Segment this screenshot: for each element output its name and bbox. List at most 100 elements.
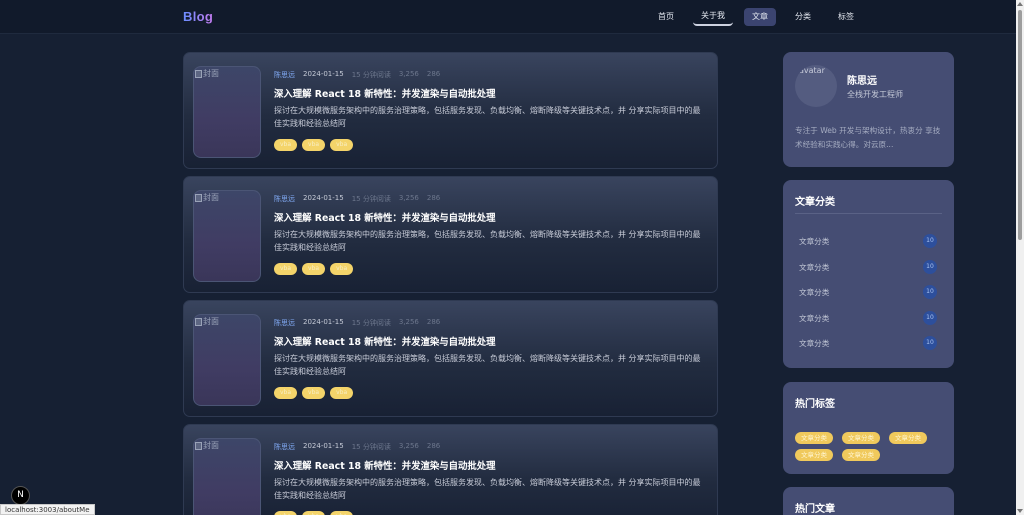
article-tag[interactable]: vba [330, 263, 354, 275]
article-card[interactable]: 封面 陈思远 2024-01-15 15 分钟阅读 3,256 286 深入理解… [183, 176, 718, 293]
article-views: 3,256 [398, 318, 419, 326]
article-tag[interactable]: vba [274, 387, 298, 399]
article-date: 2024-01-15 [303, 70, 344, 78]
article-likes: 286 [426, 70, 441, 78]
article-read-time: 15 分钟阅读 [351, 319, 391, 327]
top-navbar: Blog 首页 关于我 文章 分类 标签 [0, 0, 1016, 34]
category-item[interactable]: 文章分类 10 [799, 260, 937, 274]
category-count-badge: 10 [923, 260, 937, 274]
article-excerpt: 探讨在大规模微服务架构中的服务治理策略，包括服务发现、负载均衡、熔断降级等关键技… [274, 478, 701, 500]
nav-tags[interactable]: 标签 [830, 8, 862, 26]
hot-tag[interactable]: 文章分类 [795, 432, 833, 444]
article-meta: 陈思远 2024-01-15 15 分钟阅读 3,256 286 [274, 442, 448, 452]
article-tag[interactable]: vba [274, 511, 298, 515]
article-tag[interactable]: vba [274, 263, 298, 275]
cover-alt-text: 封面 [203, 193, 219, 202]
profile-card: avatar 陈思远 全栈开发工程师 专注于 Web 开发与架构设计，热衷分 享… [783, 52, 954, 167]
category-item[interactable]: 文章分类 10 [799, 285, 937, 299]
article-card[interactable]: 封面 陈思远 2024-01-15 15 分钟阅读 3,256 286 深入理解… [183, 424, 718, 515]
article-title[interactable]: 深入理解 React 18 新特性：并发渲染与自动批处理 [274, 458, 496, 472]
cover-alt-text: 封面 [203, 69, 219, 78]
article-tag[interactable]: vba [330, 387, 354, 399]
profile-bio: 专注于 Web 开发与架构设计，热衷分 享技术经验和实践心得。对云原... [795, 126, 941, 149]
hot-tag[interactable]: 文章分类 [889, 432, 927, 444]
nextjs-devtools-icon[interactable]: N [11, 486, 30, 505]
broken-image-icon [195, 441, 202, 450]
article-tag[interactable]: vba [302, 139, 326, 151]
category-label: 文章分类 [799, 236, 830, 246]
article-tags: vba vba vba [274, 387, 358, 399]
article-author[interactable]: 陈思远 [274, 70, 295, 80]
article-likes: 286 [426, 194, 441, 202]
scroll-up-icon[interactable] [1017, 2, 1023, 6]
profile-name: 陈思远 [847, 76, 877, 87]
category-count-badge: 10 [923, 311, 937, 325]
article-tag[interactable]: vba [330, 139, 354, 151]
article-meta: 陈思远 2024-01-15 15 分钟阅读 3,256 286 [274, 194, 448, 204]
broken-image-icon [195, 193, 202, 202]
article-meta: 陈思远 2024-01-15 15 分钟阅读 3,256 286 [274, 70, 448, 80]
article-meta: 陈思远 2024-01-15 15 分钟阅读 3,256 286 [274, 318, 448, 328]
article-excerpt: 探讨在大规模微服务架构中的服务治理策略，包括服务发现、负载均衡、熔断降级等关键技… [274, 106, 701, 128]
avatar[interactable]: avatar [795, 65, 837, 107]
nav-categories[interactable]: 分类 [787, 8, 819, 26]
category-count-badge: 10 [923, 336, 937, 350]
nav-home[interactable]: 首页 [650, 8, 682, 26]
category-item[interactable]: 文章分类 10 [799, 311, 937, 325]
broken-image-icon [195, 69, 202, 78]
category-label: 文章分类 [799, 287, 830, 297]
article-tag[interactable]: vba [302, 263, 326, 275]
article-read-time: 15 分钟阅读 [351, 195, 391, 203]
article-title[interactable]: 深入理解 React 18 新特性：并发渲染与自动批处理 [274, 86, 496, 100]
article-views: 3,256 [398, 442, 419, 450]
article-author[interactable]: 陈思远 [274, 194, 295, 204]
article-author[interactable]: 陈思远 [274, 442, 295, 452]
category-label: 文章分类 [799, 338, 830, 348]
article-card[interactable]: 封面 陈思远 2024-01-15 15 分钟阅读 3,256 286 深入理解… [183, 300, 718, 417]
article-title[interactable]: 深入理解 React 18 新特性：并发渲染与自动批处理 [274, 334, 496, 348]
category-label: 文章分类 [799, 262, 830, 272]
article-cover-image[interactable]: 封面 [193, 66, 261, 158]
article-excerpt: 探讨在大规模微服务架构中的服务治理策略，包括服务发现、负载均衡、熔断降级等关键技… [274, 354, 701, 376]
hot-tag[interactable]: 文章分类 [795, 449, 833, 461]
category-item[interactable]: 文章分类 10 [799, 234, 937, 248]
hot-posts-card: 热门文章 [783, 487, 954, 515]
article-tags: vba vba vba [274, 139, 358, 151]
article-likes: 286 [426, 318, 441, 326]
article-cover-image[interactable]: 封面 [193, 438, 261, 515]
article-views: 3,256 [398, 194, 419, 202]
article-card[interactable]: 封面 陈思远 2024-01-15 15 分钟阅读 3,256 286 深入理解… [183, 52, 718, 169]
site-logo[interactable]: Blog [183, 9, 213, 24]
hot-tag[interactable]: 文章分类 [842, 449, 880, 461]
article-date: 2024-01-15 [303, 194, 344, 202]
category-count-badge: 10 [923, 285, 937, 299]
hot-tag[interactable]: 文章分类 [842, 432, 880, 444]
article-title[interactable]: 深入理解 React 18 新特性：并发渲染与自动批处理 [274, 210, 496, 224]
article-excerpt: 探讨在大规模微服务架构中的服务治理策略，包括服务发现、负载均衡、熔断降级等关键技… [274, 230, 701, 252]
nav-about[interactable]: 关于我 [693, 8, 733, 26]
article-date: 2024-01-15 [303, 442, 344, 450]
profile-role: 全栈开发工程师 [847, 90, 903, 99]
divider [795, 213, 942, 214]
article-read-time: 15 分钟阅读 [351, 71, 391, 79]
category-item[interactable]: 文章分类 10 [799, 336, 937, 350]
article-author[interactable]: 陈思远 [274, 318, 295, 328]
categories-card: 文章分类 文章分类 10 文章分类 10 文章分类 10 文章分类 10 文章分… [783, 180, 954, 368]
article-tag[interactable]: vba [302, 387, 326, 399]
scrollbar-thumb[interactable] [1018, 10, 1022, 240]
article-tag[interactable]: vba [302, 511, 326, 515]
hot-posts-title: 热门文章 [795, 504, 835, 515]
article-views: 3,256 [398, 70, 419, 78]
article-cover-image[interactable]: 封面 [193, 190, 261, 282]
cover-alt-text: 封面 [203, 441, 219, 450]
article-tag[interactable]: vba [330, 511, 354, 515]
category-label: 文章分类 [799, 313, 830, 323]
article-tag[interactable]: vba [274, 139, 298, 151]
article-tags: vba vba vba [274, 511, 358, 515]
nav-articles[interactable]: 文章 [744, 8, 776, 26]
article-cover-image[interactable]: 封面 [193, 314, 261, 406]
article-read-time: 15 分钟阅读 [351, 443, 391, 451]
scroll-down-icon[interactable] [1017, 509, 1023, 513]
page-scrollbar[interactable] [1016, 0, 1024, 515]
article-date: 2024-01-15 [303, 318, 344, 326]
